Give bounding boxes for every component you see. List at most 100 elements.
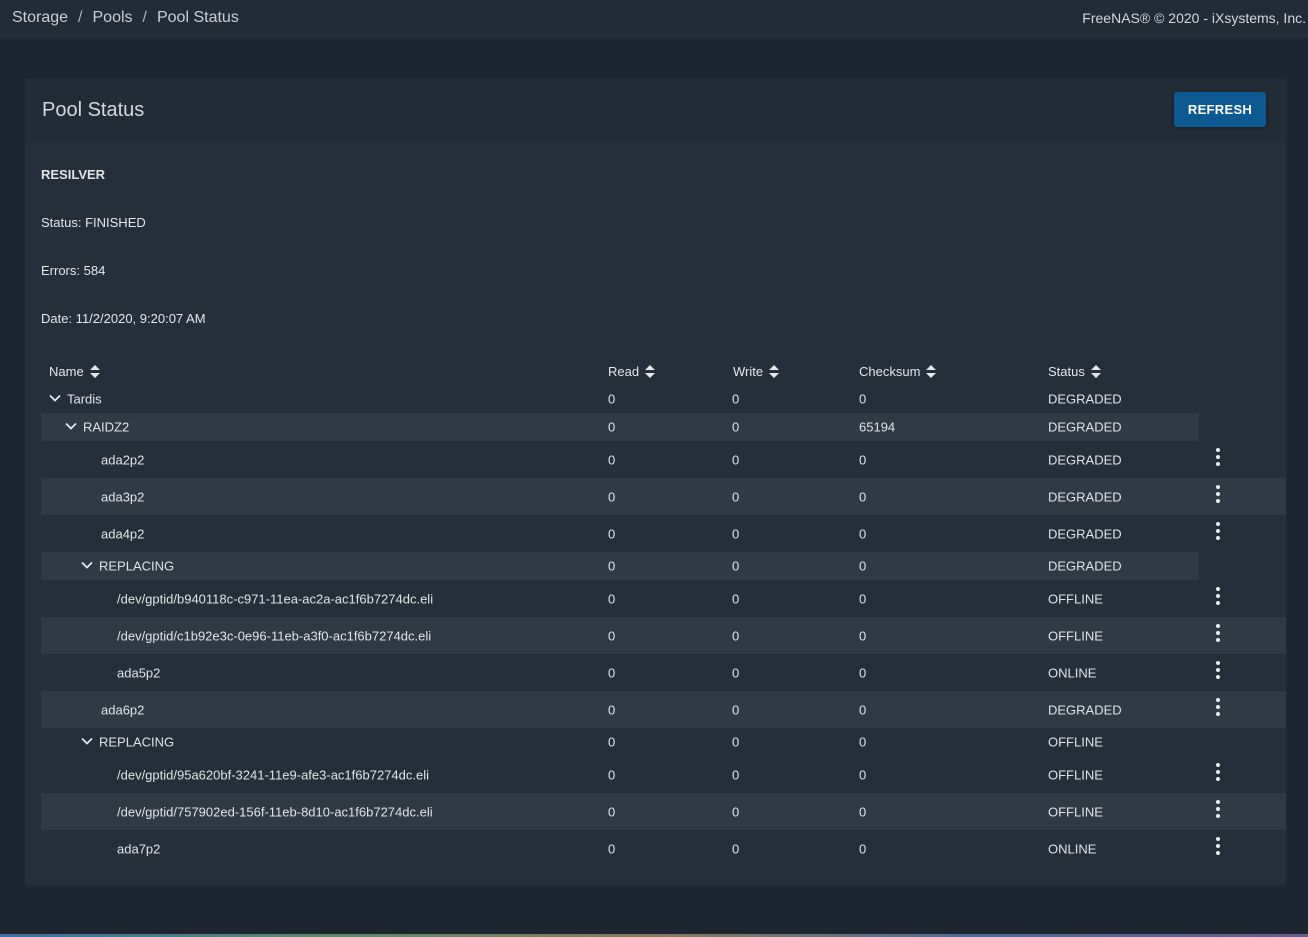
cell-write: 0 [732,628,740,643]
disk-row[interactable]: /dev/gptid/95a620bf-3241-11e9-afe3-ac1f6… [41,756,1286,793]
cell-checksum: 0 [859,558,867,574]
cell-read: 0 [608,558,616,574]
cell-status: ONLINE [1048,665,1097,680]
disk-row[interactable]: /dev/gptid/757902ed-156f-11eb-8d10-ac1f6… [41,793,1286,830]
chevron-down-icon[interactable] [49,394,61,403]
refresh-button[interactable]: REFRESH [1174,92,1266,127]
cell-name: REPLACING [81,559,174,574]
vdev-row[interactable]: REPLACING 0 0 0 DEGRADED [41,552,1199,580]
disk-row[interactable]: ada4p2 0 0 0 DEGRADED [41,515,1286,552]
breadcrumb-separator: / [142,9,147,26]
cell-checksum: 65194 [859,419,896,435]
device-name: ada6p2 [101,702,145,717]
cell-read: 0 [608,591,616,606]
more-vert-dot [1216,813,1220,818]
cell-name: ada6p2 [101,702,144,717]
cell-write: 0 [732,419,740,435]
cell-status: DEGRADED [1048,489,1122,504]
vdev-row[interactable]: RAIDZ2 0 0 65194 DEGRADED [41,413,1199,441]
more-vert-dot [1216,447,1220,452]
disk-row[interactable]: ada3p2 0 0 0 DEGRADED [41,478,1286,515]
disk-row[interactable]: ada6p2 0 0 0 DEGRADED [41,691,1286,728]
chevron-down-icon[interactable] [81,561,93,570]
pool-status-card: Pool Status REFRESH RESILVER Status: FIN… [25,78,1286,885]
more-vert-icon[interactable] [1210,697,1226,716]
cell-read: 0 [608,628,616,643]
top-bar: Storage / Pools / Pool Status FreeNAS® © 202… [0,0,1308,38]
more-vert-icon[interactable] [1210,762,1226,781]
cell-status: OFFLINE [1048,628,1103,643]
breadcrumb-pools[interactable]: Pools [93,9,133,26]
scan-status: Status: FINISHED [41,215,146,230]
more-vert-icon[interactable] [1210,484,1226,503]
cell-name: /dev/gptid/c1b92e3c-0e96-11eb-a3f0-ac1f6… [117,628,431,643]
cell-read: 0 [608,665,616,680]
device-name: REPLACING [99,558,175,574]
more-vert-icon[interactable] [1210,799,1226,818]
vdev-row[interactable]: Tardis 0 0 0 DEGRADED [41,385,1286,413]
device-name: ada5p2 [117,665,161,680]
cell-write: 0 [732,391,740,407]
disk-row[interactable]: ada5p2 0 0 0 ONLINE [41,654,1286,691]
breadcrumb-storage[interactable]: Storage [12,9,68,26]
column-header-checksum[interactable]: Checksum [859,364,937,379]
cell-status: DEGRADED [1048,452,1122,467]
more-vert-dot [1216,521,1220,526]
column-header-write[interactable]: Write [733,364,780,379]
cell-name: ada3p2 [101,489,144,504]
cell-name: /dev/gptid/757902ed-156f-11eb-8d10-ac1f6… [117,804,433,819]
chevron-down-icon[interactable] [65,422,77,431]
table-header: Name Read Write Checksum Status [49,364,1249,382]
copyright-notice[interactable]: FreeNAS® © 2020 - iXsystems, Inc. [1082,10,1306,26]
more-vert-icon[interactable] [1210,586,1226,605]
cell-checksum: 0 [859,702,867,717]
column-header-read[interactable]: Read [608,364,656,379]
disk-row[interactable]: ada2p2 0 0 0 DEGRADED [41,441,1286,478]
chevron-down-icon[interactable] [81,737,93,746]
cell-status: ONLINE [1048,841,1097,856]
disk-row[interactable]: /dev/gptid/b940118c-c971-11ea-ac2a-ac1f6… [41,580,1286,617]
more-vert-icon[interactable] [1210,623,1226,642]
sort-icon [769,365,780,378]
cell-checksum: 0 [859,841,867,856]
device-name: /dev/gptid/c1b92e3c-0e96-11eb-a3f0-ac1f6… [117,628,432,643]
device-name: /dev/gptid/b940118c-c971-11ea-ac2a-ac1f6… [117,591,434,606]
cell-name: RAIDZ2 [65,420,129,435]
more-vert-icon[interactable] [1210,447,1226,466]
cell-read: 0 [608,526,616,541]
more-vert-dot [1216,593,1220,598]
more-vert-dot [1216,762,1220,767]
more-vert-icon[interactable] [1210,660,1226,679]
column-header-name[interactable]: Name [49,364,100,379]
scan-errors: Errors: 584 [41,263,106,278]
more-vert-dot [1216,674,1220,679]
device-name: ada2p2 [101,452,145,467]
cell-checksum: 0 [859,591,867,606]
column-header-label: Checksum [859,364,921,379]
cell-write: 0 [732,665,740,680]
device-name: ada7p2 [117,841,161,856]
sort-icon [645,365,656,378]
breadcrumb: Storage / Pools / Pool Status [12,9,239,27]
more-vert-icon[interactable] [1210,521,1226,540]
cell-checksum: 0 [859,665,867,680]
cell-status: OFFLINE [1048,591,1103,606]
vdev-row[interactable]: REPLACING 0 0 0 OFFLINE [41,728,1286,756]
more-vert-dot [1216,769,1220,774]
disk-row[interactable]: ada7p2 0 0 0 ONLINE [41,830,1286,867]
column-header-status[interactable]: Status [1048,364,1101,379]
cell-checksum: 0 [859,767,867,782]
device-name: /dev/gptid/95a620bf-3241-11e9-afe3-ac1f6… [117,767,429,782]
cell-read: 0 [608,452,616,467]
page-title: Pool Status [42,99,145,121]
cell-read: 0 [608,489,616,504]
more-vert-dot [1216,498,1220,503]
cell-status: DEGRADED [1048,419,1122,435]
more-vert-dot [1216,660,1220,665]
more-vert-dot [1216,850,1220,855]
column-header-label: Write [733,364,764,379]
disk-row[interactable]: /dev/gptid/c1b92e3c-0e96-11eb-a3f0-ac1f6… [41,617,1286,654]
cell-write: 0 [732,591,740,606]
more-vert-icon[interactable] [1210,836,1226,855]
cell-name: ada2p2 [101,452,144,467]
